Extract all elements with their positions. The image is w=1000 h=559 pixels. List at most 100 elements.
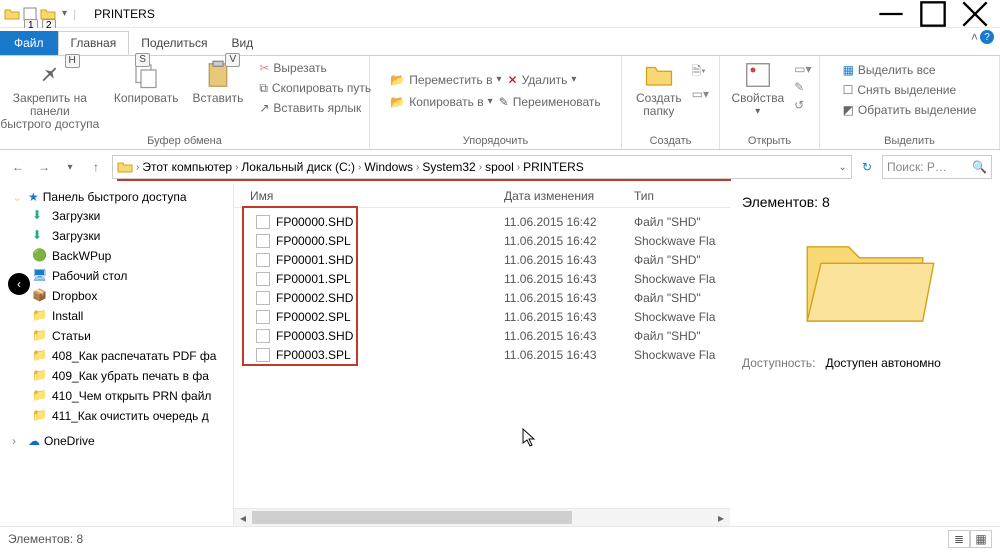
details-heading: Элементов: 8 — [742, 194, 988, 210]
file-row[interactable]: FP00002.SHD11.06.2015 16:43Файл "SHD" — [234, 288, 730, 307]
chevron-icon: ⌄ — [12, 190, 24, 204]
nav-item-icon: ⬇ — [32, 228, 48, 244]
sidebar-item[interactable]: 📁Install — [8, 306, 231, 326]
properties-button[interactable]: Свойства ▾ — [727, 58, 788, 120]
file-date: 11.06.2015 16:43 — [504, 291, 634, 305]
paste-label: Вставить — [192, 92, 243, 105]
qat-dropdown-icon[interactable]: ▾ — [58, 8, 71, 19]
scroll-thumb[interactable] — [252, 511, 572, 524]
sidebar-item[interactable]: ⬇Загрузки — [8, 206, 231, 226]
newitem-icon[interactable]: 🗎▾ — [692, 62, 709, 83]
sidebar-item[interactable]: 📁408_Как распечатать PDF фа — [8, 346, 231, 366]
nav-item-icon: ⬇ — [32, 208, 48, 224]
moveto-icon: 📂 — [390, 71, 405, 89]
sidebar-item[interactable]: 📁411_Как очистить очередь д — [8, 406, 231, 426]
up-button[interactable]: ↑ — [86, 157, 106, 177]
breadcrumb[interactable]: spool› — [485, 160, 520, 174]
file-row[interactable]: FP00001.SPL11.06.2015 16:43Shockwave Fla — [234, 269, 730, 288]
chevron-icon: › — [12, 434, 24, 448]
search-input[interactable]: Поиск: P… 🔍 — [882, 155, 992, 179]
close-button[interactable] — [954, 0, 996, 28]
breadcrumb[interactable]: PRINTERS — [523, 160, 584, 174]
help-icon[interactable]: ? — [980, 30, 994, 44]
rename-button[interactable]: ✎Переименовать — [497, 92, 603, 112]
history-icon[interactable]: ↺ — [794, 98, 811, 112]
maximize-button[interactable] — [912, 0, 954, 28]
nav-item-icon: 🖥 — [32, 268, 48, 284]
recent-dropdown[interactable]: ▾ — [60, 157, 80, 177]
scroll-track[interactable] — [252, 509, 712, 526]
cut-button[interactable]: ✂Вырезать — [257, 58, 373, 78]
file-list-pane: Имя Дата изменения Тип FP00000.SHD11.06.… — [234, 184, 730, 526]
breadcrumb[interactable]: System32› — [422, 160, 482, 174]
invert-button[interactable]: ◩Обратить выделение — [841, 100, 979, 120]
file-name: FP00000.SPL — [276, 234, 351, 248]
forward-button[interactable]: → — [34, 157, 54, 177]
sidebar-item[interactable]: 🟢BackWPup — [8, 246, 231, 266]
ribbon-group-open: Свойства ▾ ▭▾ ✎ ↺ Открыть — [720, 56, 820, 149]
sidebar-item[interactable]: 📁Статьи — [8, 326, 231, 346]
ribbon-group-select: ▦Выделить все ☐Снять выделение ◩Обратить… — [820, 56, 1000, 149]
breadcrumb[interactable]: Windows› — [364, 160, 419, 174]
minimize-button[interactable] — [870, 0, 912, 28]
address-bar[interactable]: › Этот компьютер› Локальный диск (C:)› W… — [112, 155, 852, 179]
back-button[interactable]: ← — [8, 157, 28, 177]
easyaccess-icon[interactable]: ▭▾ — [692, 87, 709, 101]
tab-view[interactable]: Вид V — [219, 31, 265, 55]
qat-properties[interactable]: 1 — [22, 6, 38, 22]
pin-icon — [35, 60, 65, 90]
col-header-name[interactable]: Имя — [234, 189, 504, 203]
file-icon — [256, 329, 270, 343]
col-header-date[interactable]: Дата изменения — [504, 189, 634, 203]
delete-label: Удалить — [522, 71, 568, 89]
cut-label: Вырезать — [273, 59, 326, 77]
copypath-button[interactable]: ⧉Скопировать путь — [257, 78, 373, 98]
pasteshortcut-button[interactable]: ↗Вставить ярлык — [257, 98, 373, 118]
moveto-button[interactable]: 📂Переместить в▾ — [388, 70, 503, 90]
view-icons-button[interactable]: ▦ — [970, 530, 992, 548]
file-row[interactable]: FP00003.SPL11.06.2015 16:43Shockwave Fla — [234, 345, 730, 364]
tab-home[interactable]: Главная H — [58, 31, 130, 55]
sidebar-item[interactable]: ⬇Загрузки — [8, 226, 231, 246]
horizontal-scrollbar[interactable]: ◂ ▸ — [234, 508, 730, 526]
delete-button[interactable]: ✕Удалить▾ — [506, 70, 579, 90]
copyto-button[interactable]: 📂Копировать в▾ — [388, 92, 494, 112]
nav-item-label: 410_Чем открыть PRN файл — [52, 389, 211, 403]
sidebar-item[interactable]: 🖥Рабочий стол — [8, 266, 231, 286]
invert-label: Обратить выделение — [858, 101, 977, 119]
sidebar-item[interactable]: 📦Dropbox — [8, 286, 231, 306]
breadcrumb[interactable]: Локальный диск (C:)› — [241, 160, 361, 174]
edit-icon[interactable]: ✎ — [794, 80, 811, 94]
status-item-count: Элементов: 8 — [8, 532, 83, 546]
tab-file[interactable]: Файл — [0, 31, 58, 55]
breadcrumb[interactable]: Этот компьютер› — [142, 160, 238, 174]
file-row[interactable]: FP00000.SHD11.06.2015 16:42Файл "SHD" — [234, 212, 730, 231]
tab-share[interactable]: Поделиться S — [129, 31, 219, 55]
addr-dropdown-icon[interactable]: ⌄ — [839, 162, 847, 173]
quickaccess-root[interactable]: ⌄ ★ Панель быстрого доступа — [8, 188, 231, 206]
qat-newfolder[interactable]: 2 — [40, 6, 56, 22]
scroll-right-icon[interactable]: ▸ — [712, 509, 730, 526]
file-row[interactable]: FP00001.SHD11.06.2015 16:43Файл "SHD" — [234, 250, 730, 269]
sidebar-item[interactable]: 📁410_Чем открыть PRN файл — [8, 386, 231, 406]
copy-label: Копировать — [114, 92, 179, 105]
properties-icon — [743, 60, 773, 90]
ribbon-collapse-icon[interactable]: ˄ — [971, 30, 978, 44]
sidebar-item[interactable]: 📁409_Как убрать печать в фа — [8, 366, 231, 386]
file-type: Файл "SHD" — [634, 215, 730, 229]
refresh-button[interactable]: ↻ — [862, 160, 872, 174]
chevron-icon[interactable]: › — [136, 162, 139, 173]
newfolder-button[interactable]: Создать папку — [632, 58, 686, 120]
open-icon[interactable]: ▭▾ — [794, 62, 811, 76]
scroll-left-icon[interactable]: ◂ — [234, 509, 252, 526]
selectnone-button[interactable]: ☐Снять выделение — [841, 80, 979, 100]
onedrive-root[interactable]: › ☁ OneDrive — [8, 432, 231, 450]
file-row[interactable]: FP00000.SPL11.06.2015 16:42Shockwave Fla — [234, 231, 730, 250]
file-row[interactable]: FP00003.SHD11.06.2015 16:43Файл "SHD" — [234, 326, 730, 345]
pin-quickaccess-button[interactable]: Закрепить на панели быстрого доступа — [0, 58, 104, 133]
selectall-button[interactable]: ▦Выделить все — [841, 60, 979, 80]
newfolder-icon — [644, 60, 674, 90]
file-row[interactable]: FP00002.SPL11.06.2015 16:43Shockwave Fla — [234, 307, 730, 326]
col-header-type[interactable]: Тип — [634, 189, 730, 203]
view-details-button[interactable]: ≣ — [948, 530, 970, 548]
